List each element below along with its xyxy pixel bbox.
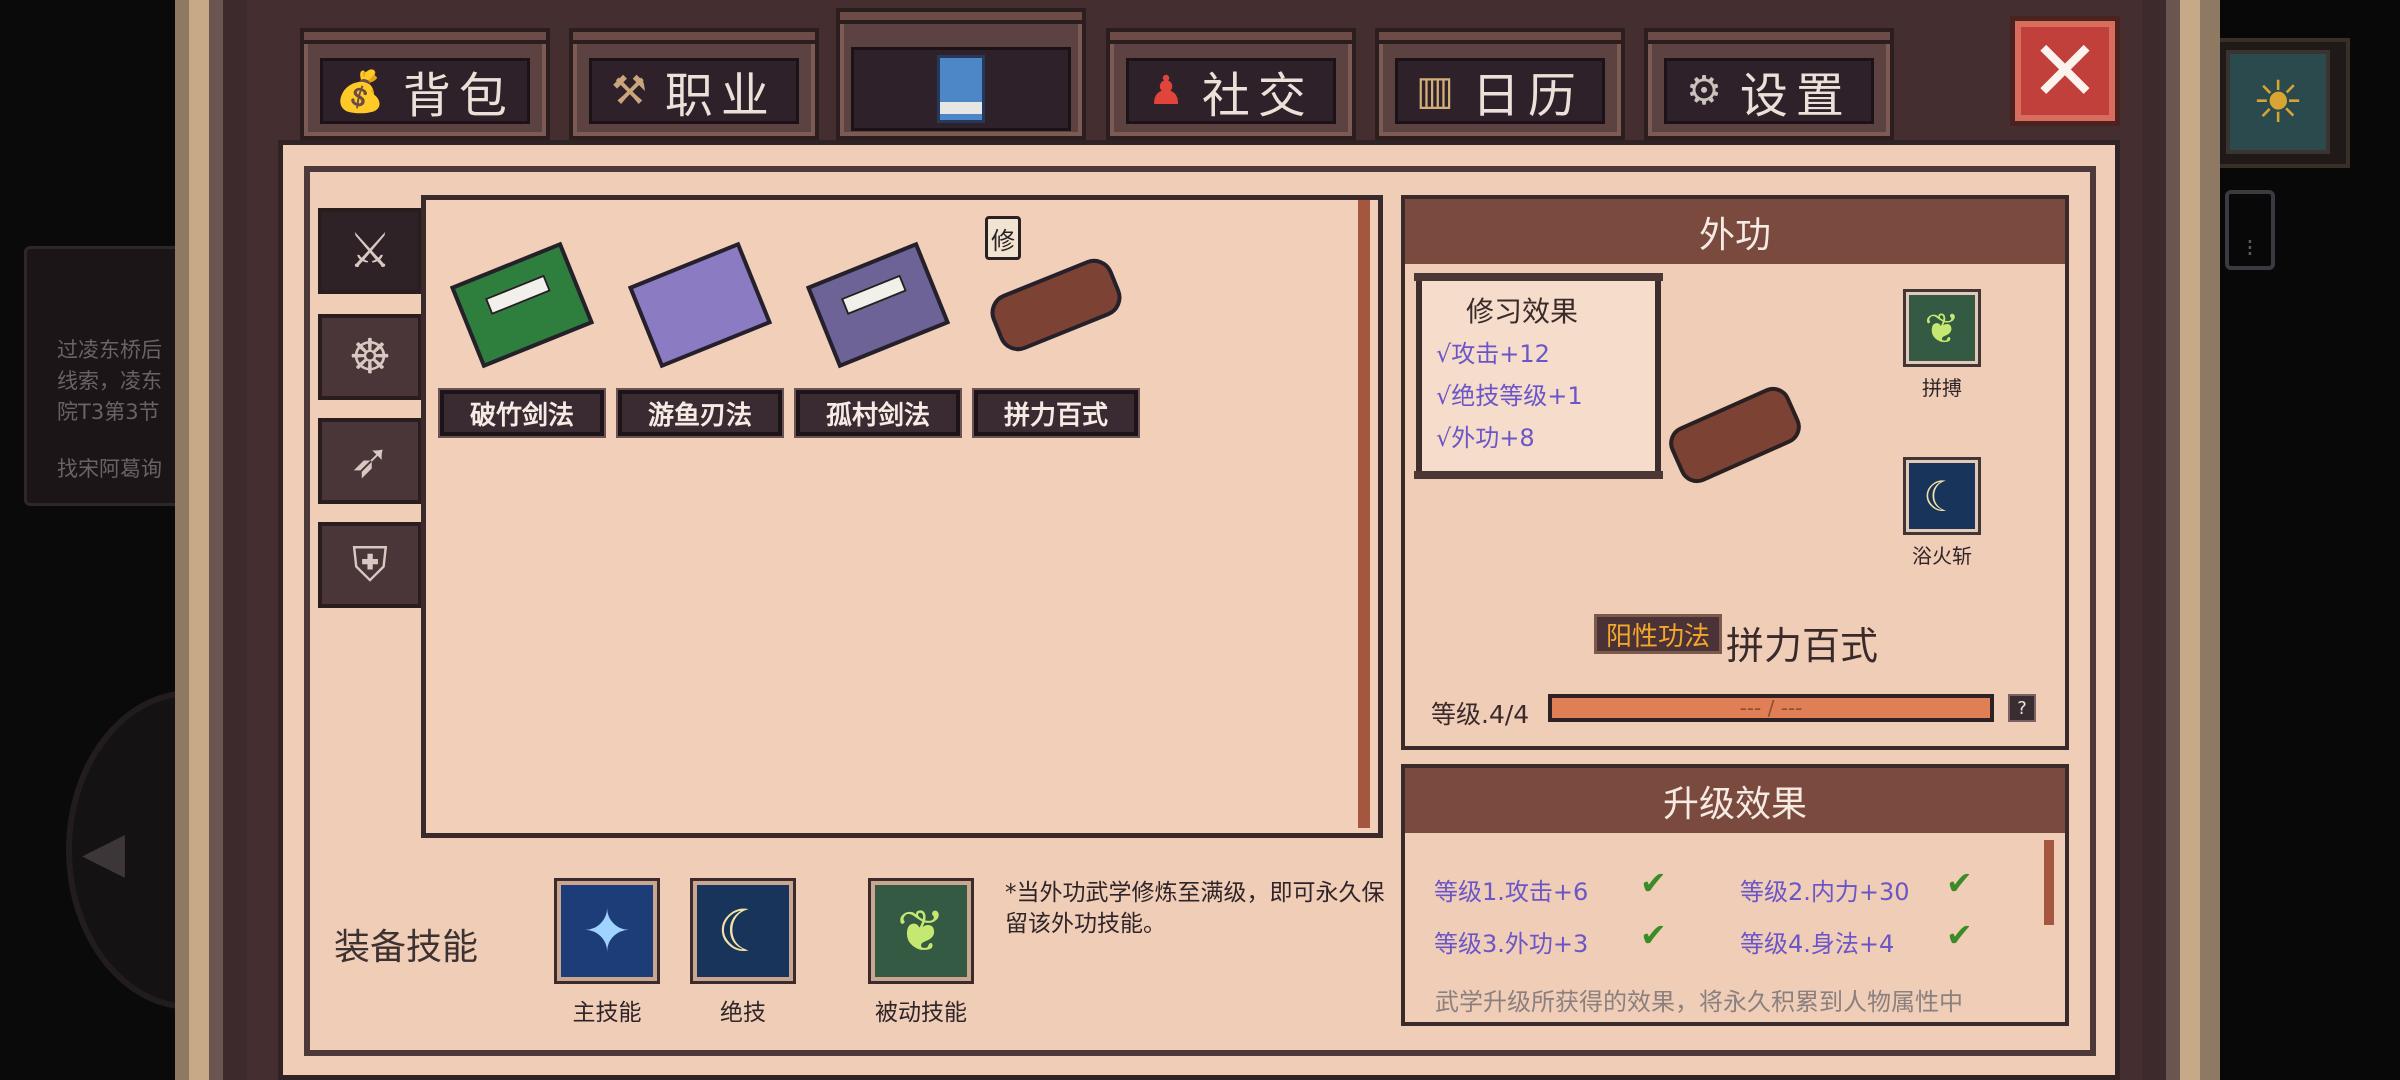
detail-header: 外功: [1405, 199, 2065, 264]
book-item[interactable]: [796, 230, 960, 380]
check-icon: ✔: [1640, 916, 1667, 954]
passive-skill-label: 被动技能: [875, 1000, 967, 1026]
martial-art-name: 拼力百式: [1726, 624, 1879, 668]
category-tab-meditation[interactable]: ☸: [318, 314, 422, 400]
side-skill-label: 拼搏: [1922, 376, 1962, 400]
tab-calendar-label: 日历: [1471, 68, 1584, 124]
crossed-swords-icon: ⚔: [348, 223, 392, 279]
tab-social[interactable]: ♟ 社交: [1106, 28, 1356, 140]
scroll-icon: ⁝: [2225, 190, 2275, 270]
side-skill-slot[interactable]: ❦: [1906, 292, 1978, 364]
upgrade-header: 升级效果: [1405, 768, 2065, 833]
tab-settings-label: 设置: [1739, 68, 1852, 124]
side-skill-slot[interactable]: ☾: [1906, 460, 1978, 532]
gear-icon: ⚙: [1686, 68, 1722, 114]
check-icon: ✔: [1640, 864, 1667, 902]
level-text: 等级.4/4: [1431, 700, 1530, 729]
check-icon: ✔: [1946, 916, 1973, 954]
category-tab-defense[interactable]: ⛨: [318, 522, 422, 608]
quest-line: 院T3第3节: [57, 400, 160, 424]
book-label[interactable]: 游鱼刃法: [616, 388, 784, 438]
category-tab-weapons[interactable]: ⚔: [318, 208, 422, 294]
tab-job[interactable]: ⚒ 职业: [569, 28, 819, 140]
quest-line: 线索，凌东: [57, 369, 162, 393]
ultimate-skill-label: 绝技: [720, 1000, 766, 1026]
tab-calendar[interactable]: ▥ 日历: [1375, 28, 1625, 140]
running-icon: ➶: [349, 433, 391, 489]
tab-martial-arts[interactable]: [836, 8, 1086, 140]
upgrade-item: 等级1.攻击+6: [1434, 878, 1589, 906]
book-item[interactable]: [618, 230, 782, 380]
help-button[interactable]: ?: [2008, 694, 2036, 722]
money-bag-icon: 💰: [335, 68, 385, 115]
violet-book-icon: [805, 241, 951, 369]
green-leaf-icon: ❦: [1924, 303, 1960, 353]
tab-bag-label: 背包: [402, 68, 515, 124]
background-quest-panel: 过凌东桥后 线索，凌东 院T3第3节 找宋阿葛询: [24, 246, 184, 506]
check-icon: ✔: [1946, 864, 1973, 902]
green-book-icon: [449, 241, 595, 369]
effect-title: 修习效果: [1466, 295, 1579, 328]
equip-title: 装备技能: [334, 927, 479, 968]
equip-note: *当外功武学修炼至满级，即可永久保留该外功技能。: [1005, 880, 1385, 937]
grid-scrollbar[interactable]: [1358, 200, 1370, 828]
main-skill-slot[interactable]: ✦: [557, 881, 657, 981]
person-icon: ♟: [1148, 68, 1184, 114]
side-skill-label: 浴火斩: [1912, 544, 1972, 568]
book-label[interactable]: 拼力百式: [972, 388, 1140, 438]
training-badge: 修: [985, 216, 1021, 260]
shield-icon: ⛨: [351, 536, 388, 593]
ultimate-skill-slot[interactable]: ☾: [693, 881, 793, 981]
scroll-book-icon: [984, 252, 1128, 358]
book-label[interactable]: 破竹剑法: [438, 388, 606, 438]
upgrade-item: 等级4.身法+4: [1740, 930, 1895, 958]
effect-line: √绝技等级+1: [1436, 382, 1583, 410]
close-icon: ✕: [2029, 22, 2101, 120]
crescent-moon-icon: ☾: [717, 897, 769, 965]
purple-book-icon: [627, 241, 773, 369]
tab-job-label: 职业: [664, 68, 777, 124]
upgrade-item: 等级3.外功+3: [1434, 930, 1589, 958]
upgrade-note: 武学升级所获得的效果，将永久积累到人物属性中: [1435, 988, 1963, 1016]
left-arrow-icon: ◀: [82, 820, 126, 885]
close-button[interactable]: ✕: [2010, 16, 2120, 126]
book-label[interactable]: 孤村剑法: [794, 388, 962, 438]
quest-line: 过凌东桥后: [57, 338, 162, 362]
meditation-icon: ☸: [348, 329, 392, 385]
green-leaf-icon: ❦: [896, 897, 946, 965]
hammer-icon: ⚒: [611, 68, 647, 114]
upgrade-item: 等级2.内力+30: [1740, 878, 1910, 906]
type-badge: 阳性功法: [1594, 614, 1722, 654]
calendar-icon: ▥: [1416, 68, 1454, 114]
blue-crystal-icon: ✦: [582, 897, 632, 965]
experience-bar: --- / ---: [1548, 694, 1994, 722]
main-skill-label: 主技能: [572, 1000, 642, 1026]
effect-line: √外功+8: [1436, 424, 1535, 452]
tab-settings[interactable]: ⚙ 设置: [1644, 28, 1894, 140]
crescent-moon-icon: ☾: [1923, 471, 1961, 521]
tab-social-label: 社交: [1201, 68, 1314, 124]
book-icon: [937, 55, 985, 123]
sun-icon: ☀: [2226, 50, 2330, 154]
book-item[interactable]: [440, 230, 604, 380]
quest-hint: 找宋阿葛询: [57, 457, 162, 481]
effect-line: √攻击+12: [1436, 340, 1550, 368]
tab-bag[interactable]: 💰 背包: [300, 28, 550, 140]
passive-skill-slot[interactable]: ❦: [871, 881, 971, 981]
category-tab-movement[interactable]: ➶: [318, 418, 422, 504]
upgrade-scrollbar[interactable]: [2044, 840, 2054, 925]
